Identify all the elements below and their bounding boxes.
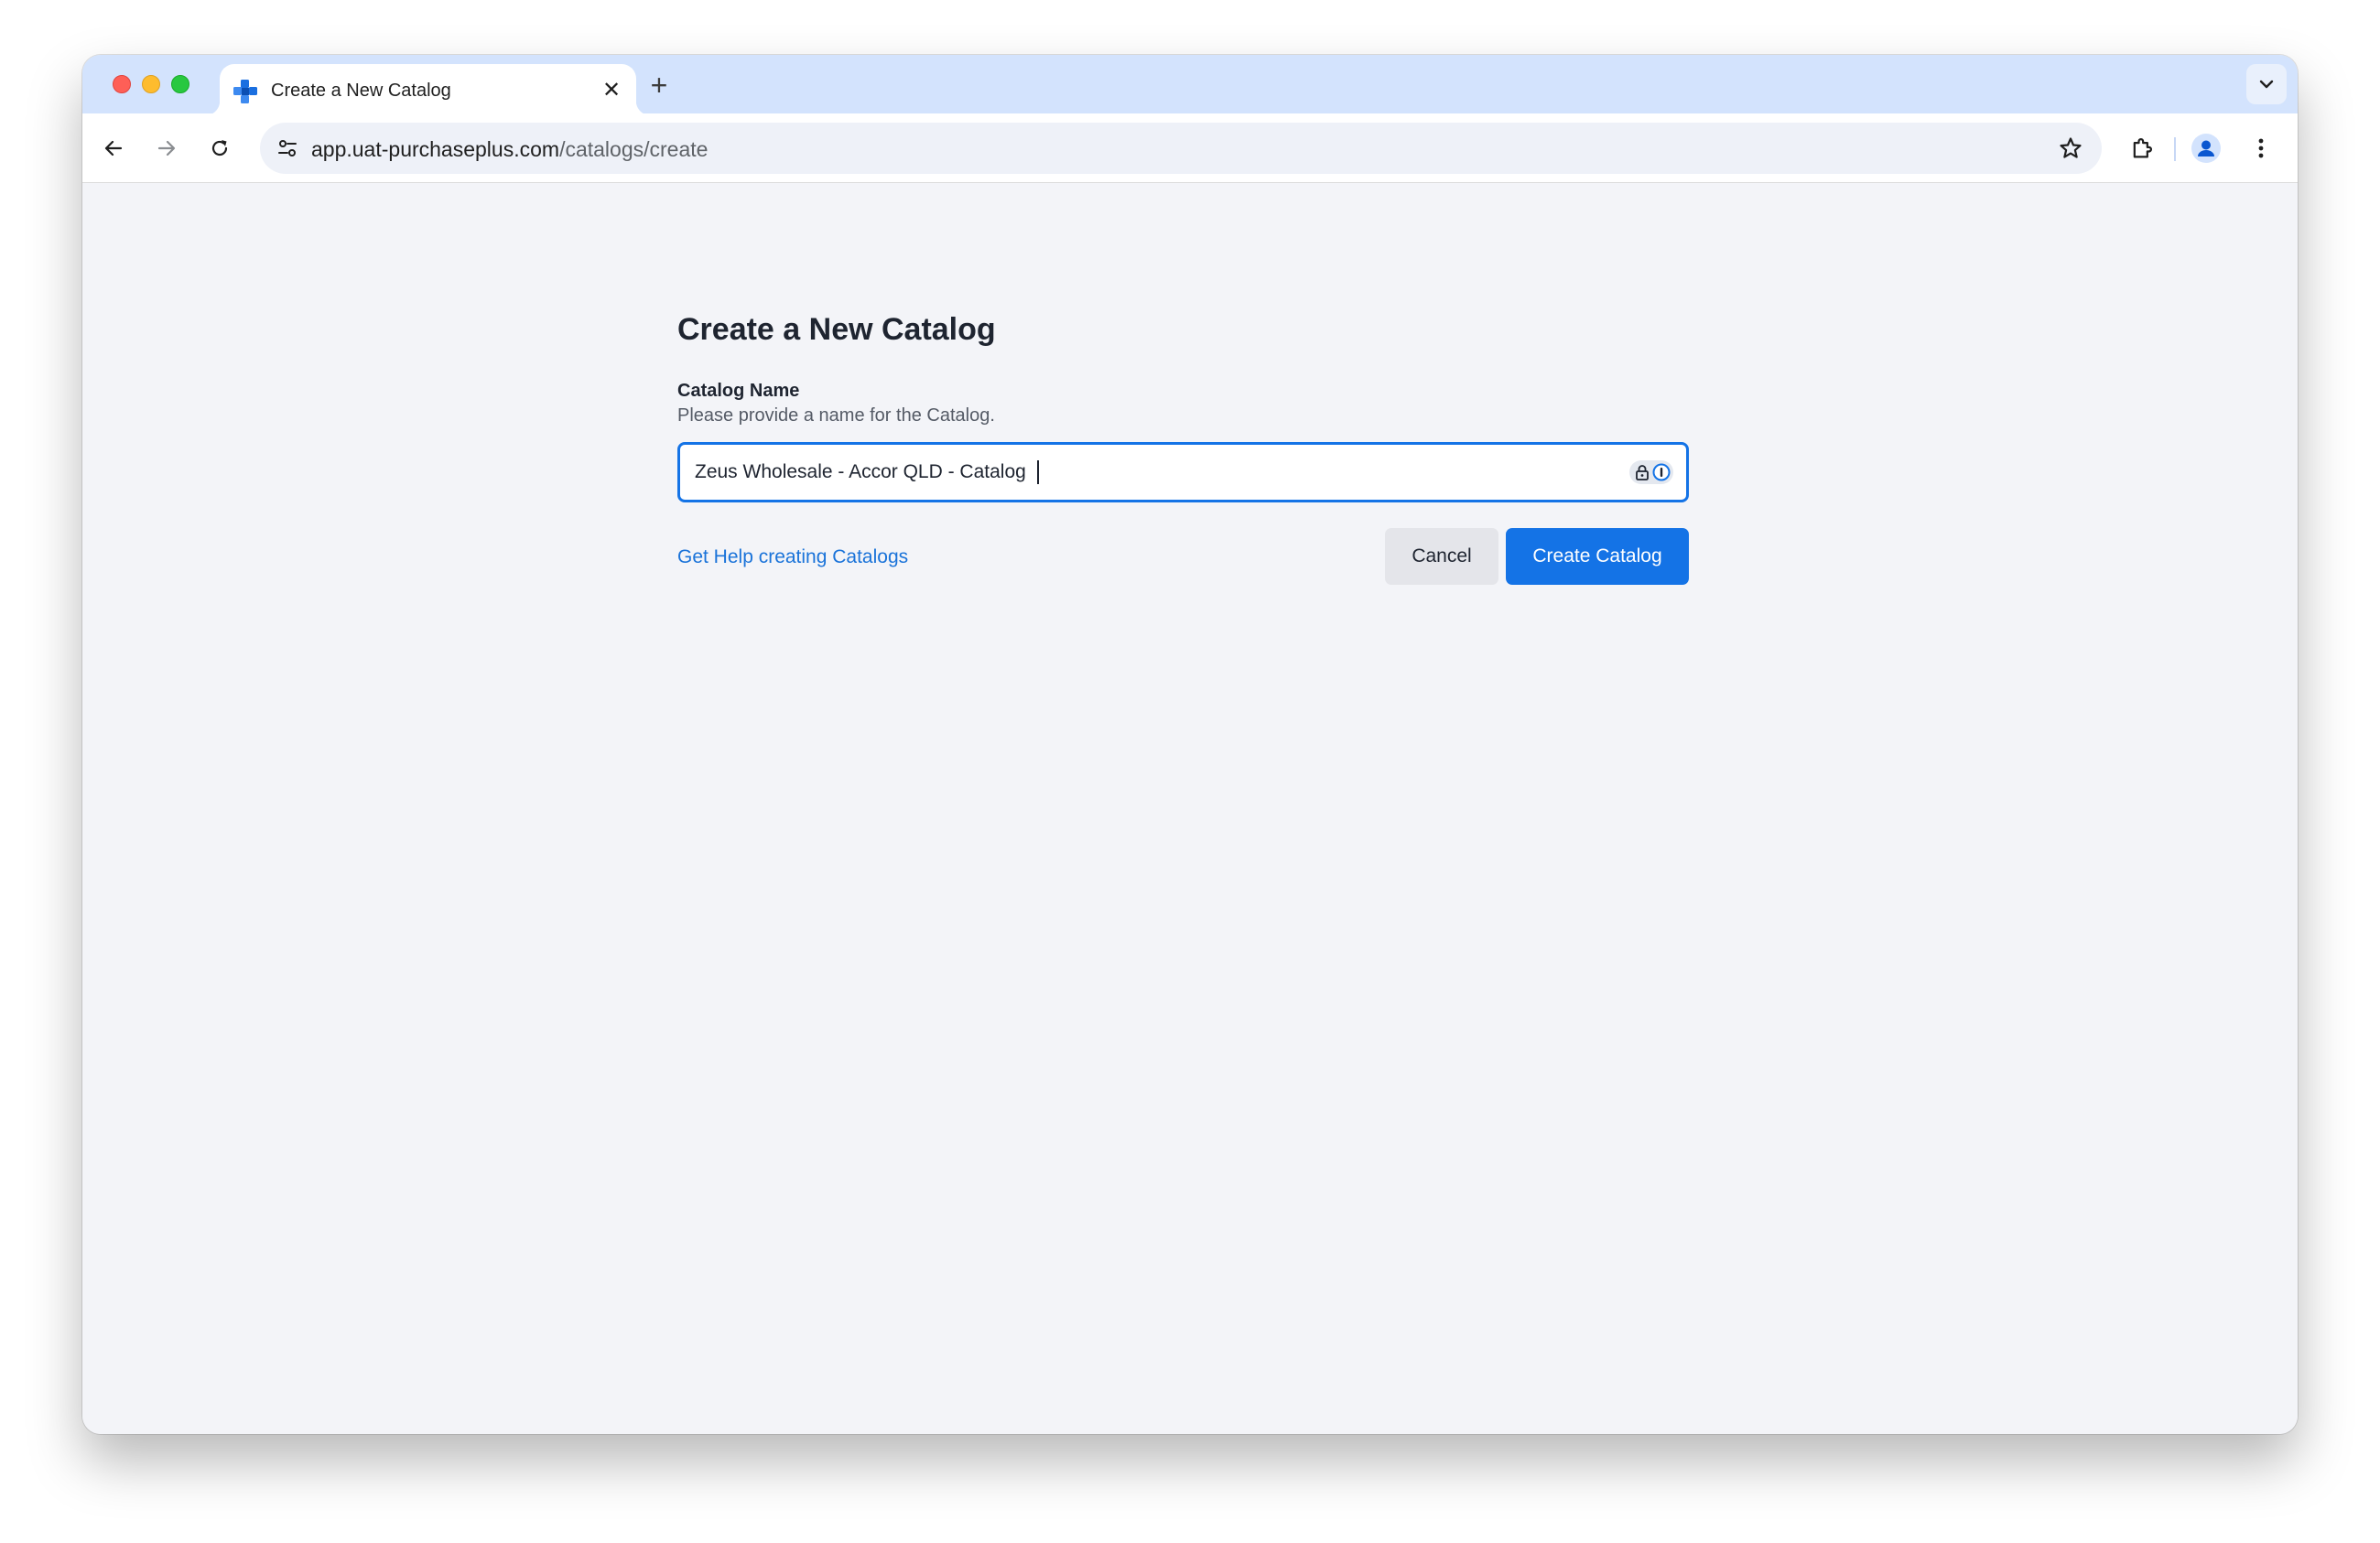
url-host: app.uat-purchaseplus.com bbox=[311, 137, 560, 161]
toolbar-divider bbox=[2174, 137, 2176, 161]
catalog-favicon-icon bbox=[233, 79, 258, 104]
maximize-window-button[interactable] bbox=[171, 75, 189, 93]
tune-icon bbox=[278, 140, 297, 156]
url-path: /catalogs/create bbox=[559, 137, 709, 161]
arrow-left-icon bbox=[104, 140, 123, 156]
site-settings-button[interactable] bbox=[269, 130, 306, 167]
back-button[interactable] bbox=[95, 130, 132, 167]
reload-button[interactable] bbox=[201, 130, 238, 167]
password-manager-icon bbox=[1652, 463, 1671, 481]
close-window-button[interactable] bbox=[113, 75, 131, 93]
profile-button[interactable] bbox=[2188, 130, 2224, 167]
browser-toolbar: app.uat-purchaseplus.com/catalogs/create bbox=[82, 113, 2298, 183]
bookmark-button[interactable] bbox=[2052, 130, 2089, 167]
password-manager-badge[interactable] bbox=[1629, 460, 1673, 484]
kebab-icon bbox=[2258, 138, 2264, 158]
tab-title: Create a New Catalog bbox=[271, 81, 451, 101]
catalog-name-help: Please provide a name for the Catalog. bbox=[677, 405, 995, 426]
chevron-down-icon bbox=[2259, 80, 2274, 89]
catalog-name-field[interactable] bbox=[677, 442, 1689, 502]
cancel-button[interactable]: Cancel bbox=[1385, 528, 1498, 585]
arrow-right-icon bbox=[157, 140, 176, 156]
lock-icon bbox=[1636, 465, 1649, 480]
catalog-name-input[interactable] bbox=[695, 445, 1592, 500]
star-icon bbox=[2060, 137, 2082, 158]
create-catalog-button[interactable]: Create Catalog bbox=[1506, 528, 1689, 585]
minimize-window-button[interactable] bbox=[142, 75, 160, 93]
extensions-button[interactable] bbox=[2122, 128, 2162, 168]
page-content: Create a New Catalog Catalog Name Please… bbox=[82, 184, 2298, 1434]
forward-button[interactable] bbox=[148, 130, 185, 167]
catalog-name-label: Catalog Name bbox=[677, 381, 800, 401]
tab-create-catalog[interactable]: Create a New Catalog ✕ bbox=[205, 64, 651, 115]
avatar-icon bbox=[2191, 134, 2221, 163]
text-caret bbox=[1037, 460, 1039, 484]
page-title: Create a New Catalog bbox=[677, 312, 996, 347]
tab-strip: Create a New Catalog ✕ + bbox=[82, 55, 2298, 115]
address-bar[interactable]: app.uat-purchaseplus.com/catalogs/create bbox=[260, 123, 2102, 174]
help-creating-catalogs-link[interactable]: Get Help creating Catalogs bbox=[677, 546, 908, 568]
puzzle-icon bbox=[2133, 138, 2152, 158]
tab-close-button[interactable]: ✕ bbox=[598, 77, 625, 104]
new-tab-button[interactable]: + bbox=[643, 70, 676, 103]
browser-menu-button[interactable] bbox=[2243, 130, 2279, 167]
url-text[interactable]: app.uat-purchaseplus.com/catalogs/create bbox=[311, 137, 708, 162]
tab-search-button[interactable] bbox=[2246, 64, 2287, 104]
browser-window: Create a New Catalog ✕ + app.uat-purchas… bbox=[82, 55, 2298, 1434]
reload-icon bbox=[211, 140, 228, 156]
